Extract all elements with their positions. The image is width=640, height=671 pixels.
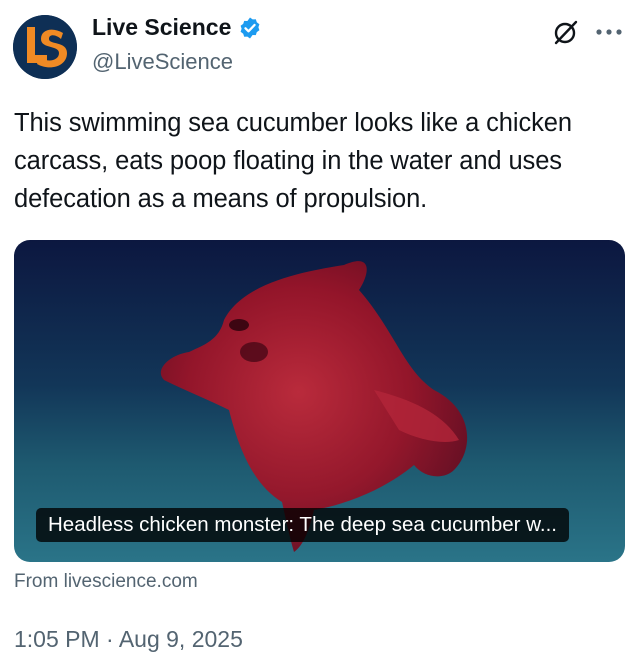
verified-badge-icon (240, 17, 260, 38)
tweet-text: This swimming sea cucumber looks like a … (14, 109, 572, 213)
author-handle[interactable]: @LiveScience (92, 49, 262, 75)
card-source[interactable]: From livescience.com (14, 571, 198, 593)
name-row: Live Science (92, 14, 262, 41)
live-science-logo (13, 15, 77, 79)
author-block: Live Science @LiveScience (92, 14, 262, 75)
author-name[interactable]: Live Science (92, 14, 231, 41)
grok-icon[interactable] (553, 19, 579, 45)
link-card[interactable]: Headless chicken monster: The deep sea c… (14, 240, 625, 562)
card-title: Headless chicken monster: The deep sea c… (36, 508, 569, 542)
tweet-timestamp[interactable]: 1:05 PM · Aug 9, 2025 (14, 626, 243, 653)
avatar[interactable] (13, 15, 77, 79)
more-options-icon[interactable] (594, 22, 624, 42)
